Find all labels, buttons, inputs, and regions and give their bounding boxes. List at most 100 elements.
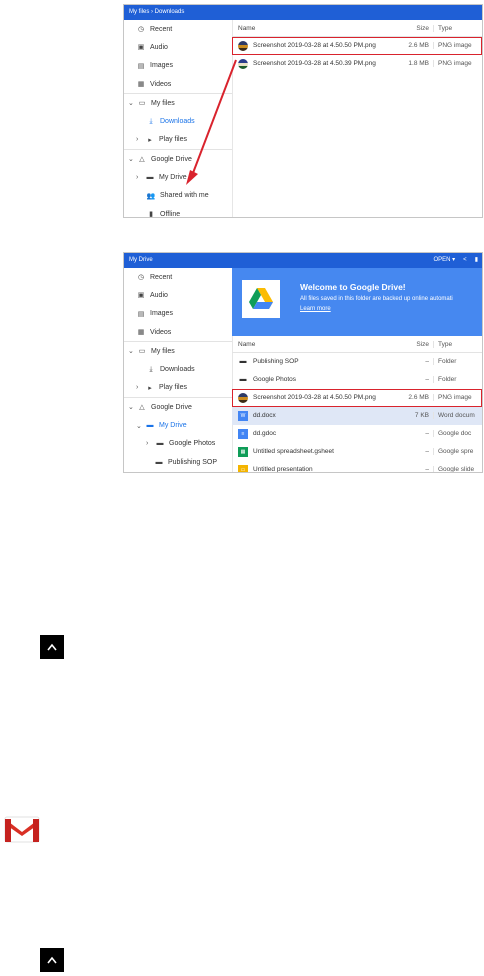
- table-header: Name Size Type: [232, 20, 482, 37]
- google-doc-icon: ≡: [238, 428, 248, 439]
- pin-icon: ▮: [149, 211, 153, 218]
- chevron-right-icon[interactable]: ›: [136, 174, 143, 181]
- column-name[interactable]: Name: [232, 341, 389, 348]
- table-header: Name Size Type: [232, 336, 482, 353]
- table-row[interactable]: ▬ Google Photos – Folder: [232, 371, 482, 389]
- sidebar-item-google-drive[interactable]: ⌄ △ Google Drive: [124, 398, 232, 416]
- column-name[interactable]: Name: [232, 25, 389, 32]
- video-icon: ▦: [137, 81, 145, 89]
- drive-icon: △: [139, 404, 145, 412]
- scroll-to-top-button[interactable]: [40, 635, 64, 659]
- column-type[interactable]: Type: [433, 24, 482, 32]
- download-icon: ⤓: [149, 365, 153, 373]
- share-icon[interactable]: <: [463, 253, 467, 268]
- sidebar-item-videos[interactable]: ▦ Videos: [124, 323, 232, 341]
- google-drive-logo-icon: [242, 280, 280, 318]
- welcome-banner: Welcome to Google Drive! All files saved…: [232, 268, 482, 336]
- image-thumbnail-icon: [238, 392, 248, 403]
- breadcrumb[interactable]: My files › Downloads: [124, 5, 482, 20]
- column-type[interactable]: Type: [433, 340, 482, 348]
- folder-icon: ▬: [239, 376, 247, 383]
- learn-more-link[interactable]: Learn more: [300, 306, 331, 312]
- play-icon: ▸: [148, 136, 152, 144]
- laptop-icon: ▭: [138, 348, 146, 356]
- table-row[interactable]: Screenshot 2019-03-28 at 4.50.50 PM.png …: [232, 37, 482, 55]
- table-row[interactable]: Screenshot 2019-03-28 at 4.50.50 PM.png …: [232, 389, 482, 407]
- window-title-bar: My Drive OPEN ▾ < ▮: [124, 253, 482, 268]
- folder-icon: ▬: [146, 174, 154, 182]
- sidebar-item-recent[interactable]: ◷ Recent: [124, 268, 232, 286]
- folder-icon: ▬: [155, 458, 163, 466]
- scroll-to-top-button[interactable]: [40, 948, 64, 972]
- sidebar-item-downloads[interactable]: ⤓ Downloads: [124, 112, 232, 130]
- audio-icon: ▣: [137, 292, 145, 300]
- sidebar-item-shared-with-me[interactable]: 👥 Shared with me: [124, 187, 232, 205]
- page-title: My Drive: [129, 257, 153, 263]
- chevron-up-icon: [47, 643, 57, 651]
- table-row[interactable]: ▭ Untitled presentation – Google slide: [232, 461, 482, 472]
- sidebar-item-play-files[interactable]: › ▸ Play files: [124, 379, 232, 397]
- gmail-logo-icon[interactable]: [4, 815, 40, 843]
- table-row[interactable]: Screenshot 2019-03-28 at 4.50.39 PM.png …: [232, 55, 482, 73]
- google-sheet-icon: ▦: [238, 446, 248, 457]
- delete-icon[interactable]: ▮: [475, 253, 478, 268]
- sidebar: ◷ Recent ▣ Audio ▤ Images ▦ Videos ⌄ ▭ My file…: [124, 20, 233, 217]
- audio-icon: ▣: [137, 44, 145, 52]
- shared-folder-icon: ▬: [239, 358, 247, 365]
- sidebar-item-offline[interactable]: ▮ Offline: [124, 205, 232, 218]
- files-app-screenshot-my-drive: My Drive OPEN ▾ < ▮ ◷ Recent ▣ Audio ▤ Imag…: [123, 252, 483, 473]
- clock-icon: ◷: [137, 26, 145, 34]
- image-icon: ▤: [137, 62, 145, 70]
- sidebar-item-google-drive[interactable]: ⌄ △ Google Drive: [124, 150, 232, 168]
- image-thumbnail-icon: [238, 58, 248, 69]
- sidebar-item-recent[interactable]: ◷ Recent: [124, 20, 232, 38]
- chevron-down-icon[interactable]: ⌄: [128, 403, 135, 411]
- chevron-down-icon[interactable]: ⌄: [128, 99, 135, 107]
- video-icon: ▦: [137, 329, 145, 337]
- sidebar-item-google-photos[interactable]: › ▬ Google Photos: [124, 435, 232, 453]
- sidebar-item-my-files[interactable]: ⌄ ▭ My files: [124, 94, 232, 112]
- sidebar-item-my-files[interactable]: ⌄ ▭ My files: [124, 342, 232, 360]
- chevron-down-icon[interactable]: ⌄: [128, 155, 135, 163]
- chevron-right-icon[interactable]: ›: [146, 440, 153, 447]
- table-row[interactable]: ▬ Publishing SOP – Folder: [232, 353, 482, 371]
- word-document-icon: W: [238, 410, 248, 421]
- play-icon: ▸: [148, 384, 152, 392]
- chevron-right-icon[interactable]: ›: [136, 136, 143, 143]
- sidebar-item-play-files[interactable]: › ▸ Play files: [124, 131, 232, 149]
- folder-icon: ▬: [146, 422, 154, 430]
- sidebar-item-audio[interactable]: ▣ Audio: [124, 286, 232, 304]
- sidebar-item-images[interactable]: ▤ Images: [124, 305, 232, 323]
- chevron-right-icon[interactable]: ›: [136, 384, 143, 391]
- files-app-screenshot-downloads: My files › Downloads ◷ Recent ▣ Audio ▤ Ima…: [123, 4, 483, 218]
- chevron-down-icon[interactable]: ⌄: [136, 422, 143, 430]
- sidebar-item-audio[interactable]: ▣ Audio: [124, 38, 232, 56]
- image-icon: ▤: [137, 310, 145, 318]
- file-list: Welcome to Google Drive! All files saved…: [232, 268, 482, 472]
- sidebar-item-my-drive[interactable]: › ▬ My Drive: [124, 168, 232, 186]
- drive-icon: △: [139, 156, 145, 164]
- sidebar-item-my-drive[interactable]: ⌄ ▬ My Drive: [124, 416, 232, 434]
- people-icon: 👥: [146, 192, 156, 200]
- column-size[interactable]: Size: [389, 25, 433, 32]
- sidebar-item-videos[interactable]: ▦ Videos: [124, 75, 232, 93]
- chevron-down-icon[interactable]: ⌄: [128, 347, 135, 355]
- sidebar-item-images[interactable]: ▤ Images: [124, 57, 232, 75]
- sidebar-item-downloads[interactable]: ⤓ Downloads: [124, 360, 232, 378]
- sidebar: ◷ Recent ▣ Audio ▤ Images ▦ Videos ⌄ ▭ My file…: [124, 268, 233, 472]
- sidebar-item-publishing-sop[interactable]: ▬ Publishing SOP: [124, 453, 232, 471]
- google-slides-icon: ▭: [238, 464, 248, 472]
- table-row[interactable]: ▦ Untitled spreadsheet.gsheet – Google sp…: [232, 443, 482, 461]
- download-icon: ⤓: [149, 117, 153, 125]
- laptop-icon: ▭: [138, 100, 146, 108]
- image-thumbnail-icon: [238, 40, 248, 51]
- chevron-up-icon: [47, 956, 57, 964]
- banner-subtitle: All files saved in this folder are backe…: [300, 296, 453, 302]
- folder-icon: ▬: [156, 440, 164, 448]
- table-row[interactable]: ≡ dd.gdoc – Google doc: [232, 425, 482, 443]
- column-size[interactable]: Size: [389, 341, 433, 348]
- banner-title: Welcome to Google Drive!: [300, 282, 406, 292]
- clock-icon: ◷: [137, 274, 145, 282]
- open-button[interactable]: OPEN ▾: [433, 253, 455, 268]
- table-row[interactable]: Wdd.docx 7 KB Word docum: [232, 407, 482, 425]
